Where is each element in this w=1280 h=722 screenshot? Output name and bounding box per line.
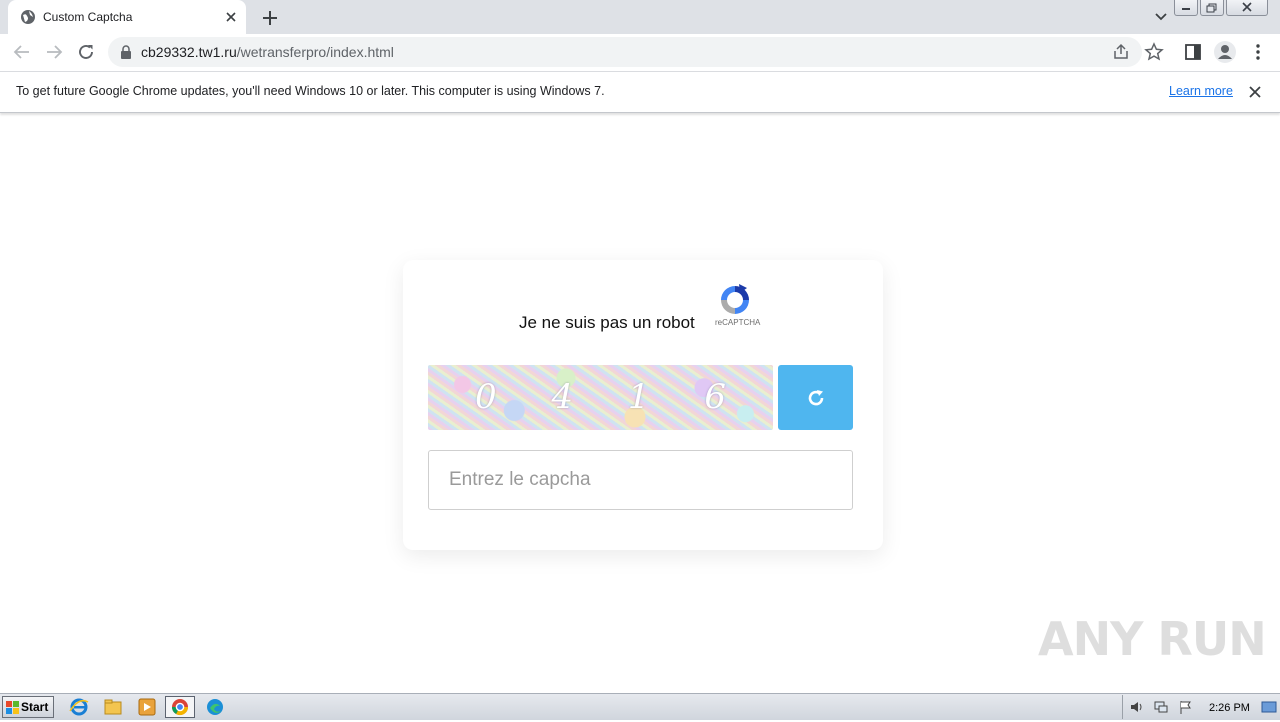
share-icon[interactable]	[1112, 43, 1130, 61]
start-label: Start	[21, 700, 49, 714]
show-desktop-icon[interactable]	[1261, 699, 1277, 715]
url-text[interactable]: cb29332.tw1.ru/wetransferpro/index.html	[141, 44, 394, 60]
recaptcha-logo-icon	[721, 284, 749, 314]
anyrun-watermark: ANY RUN	[1038, 612, 1267, 666]
captcha-input[interactable]	[428, 450, 853, 510]
captcha-image: 0 4 1 6	[428, 365, 773, 430]
edge-icon[interactable]	[204, 697, 226, 717]
more-menu-icon[interactable]	[1250, 42, 1266, 62]
chrome-icon	[171, 699, 189, 716]
restore-button[interactable]	[1200, 0, 1224, 16]
robot-label: Je ne suis pas un robot	[519, 313, 695, 332]
forward-arrow-icon[interactable]	[42, 40, 66, 64]
new-tab-icon[interactable]	[258, 6, 282, 30]
recaptcha-label: reCAPTCHA	[715, 318, 761, 327]
lock-icon[interactable]	[120, 45, 132, 59]
address-bar[interactable]: cb29332.tw1.ru/wetransferpro/index.html	[108, 37, 1142, 67]
chevron-down-icon[interactable]	[1151, 8, 1171, 26]
chrome-taskbar-button[interactable]	[165, 696, 195, 718]
profile-avatar[interactable]	[1214, 41, 1236, 63]
browser-tab[interactable]: Custom Captcha	[8, 0, 246, 34]
side-panel-icon[interactable]	[1184, 43, 1202, 61]
captcha-code: 0 4 1 6	[475, 377, 748, 417]
media-player-icon[interactable]	[136, 697, 158, 717]
learn-more-link[interactable]: Learn more	[1169, 84, 1233, 98]
close-window-button[interactable]	[1226, 0, 1268, 16]
update-infobar: To get future Google Chrome updates, you…	[0, 71, 1280, 113]
back-arrow-icon[interactable]	[10, 40, 34, 64]
system-tray: 2:26 PM	[1122, 695, 1280, 719]
windows-taskbar: Start 2:26 PM	[0, 693, 1280, 720]
url-host: cb29332.tw1.ru	[141, 44, 237, 60]
minimize-button[interactable]	[1174, 0, 1198, 16]
internet-explorer-icon[interactable]	[68, 697, 90, 717]
close-tab-icon[interactable]	[222, 8, 240, 26]
window-controls	[1174, 0, 1268, 18]
reload-icon[interactable]	[74, 40, 98, 64]
tab-title: Custom Captcha	[43, 10, 133, 24]
minimize-icon	[1182, 8, 1190, 10]
infobar-message: To get future Google Chrome updates, you…	[16, 84, 605, 98]
tab-strip: Custom Captcha	[0, 0, 1280, 34]
file-explorer-icon[interactable]	[102, 697, 124, 717]
browser-toolbar: cb29332.tw1.ru/wetransferpro/index.html	[0, 34, 1280, 71]
action-center-flag-icon[interactable]	[1177, 699, 1193, 715]
restore-icon	[1206, 3, 1217, 13]
refresh-captcha-button[interactable]	[778, 365, 853, 430]
close-icon	[1242, 2, 1252, 12]
globe-icon	[21, 10, 35, 24]
bookmark-star-icon[interactable]	[1144, 42, 1164, 62]
url-path: /wetransferpro/index.html	[236, 44, 394, 60]
volume-icon[interactable]	[1129, 699, 1145, 715]
person-icon	[1218, 45, 1232, 59]
start-button[interactable]: Start	[2, 696, 54, 718]
close-infobar-icon[interactable]	[1247, 84, 1263, 100]
network-icon[interactable]	[1153, 699, 1169, 715]
refresh-icon	[808, 390, 824, 406]
taskbar-clock[interactable]: 2:26 PM	[1209, 702, 1250, 714]
captcha-card: Je ne suis pas un robot reCAPTCHA 0 4 1 …	[403, 260, 883, 550]
windows-logo-icon	[6, 701, 19, 714]
